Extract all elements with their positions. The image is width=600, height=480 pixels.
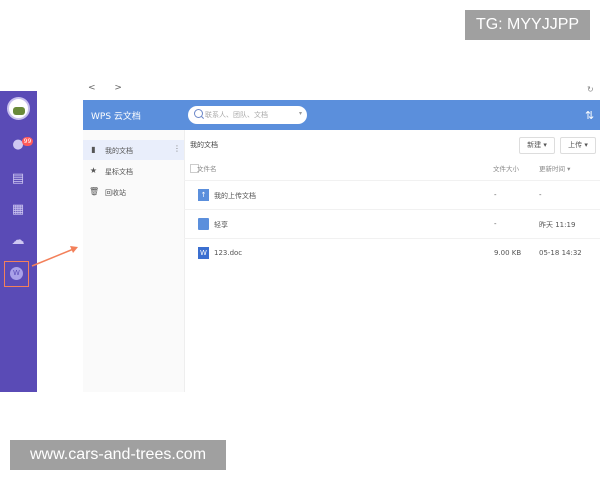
notification-badge: 99 <box>22 137 33 146</box>
trash-icon: 🗑 <box>89 187 100 196</box>
sidebar-item-trash[interactable]: 🗑 回收站 <box>83 182 184 202</box>
table-row[interactable]: W 123.doc 9.00 KB 05-18 14:32 <box>184 238 600 268</box>
sidebar-item-my-docs[interactable]: ▮ 我的文档 ⋮ <box>83 140 184 160</box>
column-name[interactable]: 文件名 <box>197 163 217 173</box>
tg-overlay-label: TG: MYYJJPP <box>465 10 590 40</box>
search-input[interactable]: 联系人、团队、文档 ▾ <box>188 106 307 124</box>
document-icon[interactable]: ▤ <box>10 171 26 187</box>
search-placeholder: 联系人、团队、文档 <box>205 111 268 119</box>
file-name: 我的上传文档 <box>214 192 256 200</box>
sidebar-item-label: 回收站 <box>105 189 126 197</box>
refresh-icon[interactable]: ↻ <box>587 85 594 94</box>
file-size: - <box>494 220 497 228</box>
file-size: 9.00 KB <box>494 249 522 257</box>
wps-cloud-button[interactable]: W <box>4 261 29 287</box>
annotation-arrow <box>31 246 78 267</box>
table-header: 文件名 文件大小 更新时间 ▾ <box>190 163 600 177</box>
sidebar-item-label: 我的文档 <box>105 147 133 155</box>
star-icon: ★ <box>89 166 98 175</box>
file-modified: 昨天 11:19 <box>539 221 576 229</box>
word-doc-icon: W <box>198 247 209 259</box>
sidebar: ▮ 我的文档 ⋮ ★ 星标文档 🗑 回收站 <box>83 130 185 392</box>
file-name: 123.doc <box>214 249 243 257</box>
sidebar-item-starred[interactable]: ★ 星标文档 <box>83 161 184 181</box>
file-modified: - <box>539 191 542 199</box>
avatar[interactable] <box>7 97 30 120</box>
wps-cloud-icon: W <box>10 267 23 280</box>
back-forward-buttons[interactable]: < > <box>88 83 130 93</box>
breadcrumb: 我的文档 <box>190 141 218 149</box>
table-row[interactable]: ↑ 我的上传文档 - - <box>184 180 600 210</box>
upload-folder-icon: ↑ <box>198 189 209 201</box>
chevron-down-icon[interactable]: ▾ <box>299 110 302 117</box>
folder-icon: ▮ <box>91 145 96 154</box>
sidebar-item-label: 星标文档 <box>105 168 133 176</box>
upload-button[interactable]: 上传 ▾ <box>560 137 596 154</box>
table-row[interactable]: 轻享 - 昨天 11:19 <box>184 209 600 239</box>
search-icon <box>194 109 203 118</box>
cloud-icon[interactable]: ☁ <box>10 233 26 249</box>
file-name: 轻享 <box>214 221 228 229</box>
file-modified: 05-18 14:32 <box>539 249 582 257</box>
column-modified[interactable]: 更新时间 ▾ <box>539 163 570 173</box>
more-icon[interactable]: ⋮ <box>173 144 181 153</box>
folder-icon <box>198 218 209 230</box>
column-size[interactable]: 文件大小 <box>493 163 519 173</box>
file-size: - <box>494 191 497 199</box>
new-button[interactable]: 新建 ▾ <box>519 137 555 154</box>
apps-grid-icon[interactable]: ▦ <box>10 202 26 218</box>
watermark-label: www.cars-and-trees.com <box>10 440 226 470</box>
sort-arrows-icon[interactable]: ⇅ <box>585 109 594 122</box>
app-header: WPS 云文档 <box>83 100 600 130</box>
app-title: WPS 云文档 <box>91 112 141 122</box>
